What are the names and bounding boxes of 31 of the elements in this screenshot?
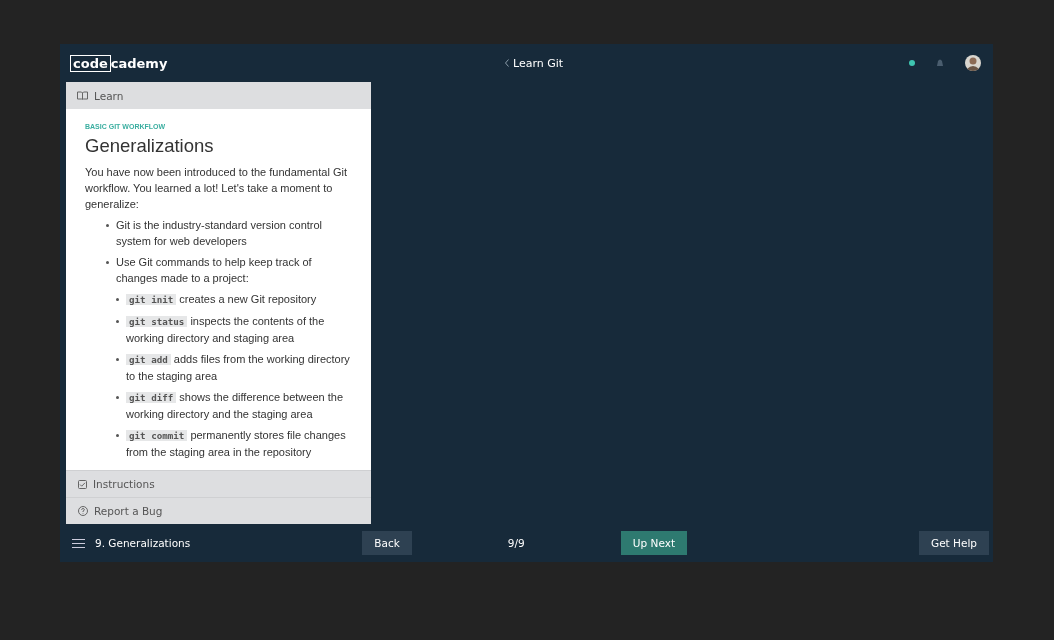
bullet-icon [116,434,119,437]
back-button[interactable]: Back [362,531,412,555]
avatar-icon[interactable] [965,55,981,71]
bullet-text: Git is the industry-standard version control system for web developers [116,218,324,249]
progress-counter: 9/9 [506,537,526,549]
checkbox-icon [78,479,87,489]
bullet-text: Use Git commands to help keep track of changes made to a project: [116,255,313,286]
lesson-name: 9. Generalizations [95,537,191,549]
book-icon [77,91,88,100]
up-next-button[interactable]: Up Next [620,531,687,555]
intro-paragraph: You have now been introduced to the fundamental Git workflow. You learned a lot! Let's take a moment to generalize: [85,165,348,212]
bullet-icon [106,261,109,264]
logo-text[interactable]: code [70,54,111,72]
bullet-icon [116,320,119,323]
bullet-icon [116,396,119,399]
chevron-left-icon[interactable] [505,59,509,67]
bullet-text: git commit permanently stores file changes from the staging area in the repository [126,428,347,460]
status-dot-icon [909,60,915,66]
breadcrumb-link[interactable]: Learn Git [513,56,564,70]
learn-tab[interactable]: Learn [66,82,371,109]
lesson-title: Generalizations [85,134,214,158]
logo-text[interactable]: cademy [110,55,168,71]
bullet-text: git init creates a new Git repository [126,291,317,308]
bullet-icon [116,358,119,361]
bullet-icon [106,224,109,227]
instructions-link[interactable]: Instructions [66,470,371,497]
get-help-button[interactable]: Get Help [919,531,989,555]
help-icon [78,506,88,516]
menu-icon[interactable] [72,538,85,548]
report-link[interactable]: Report a Bug [66,497,371,524]
bullet-icon [116,298,119,301]
